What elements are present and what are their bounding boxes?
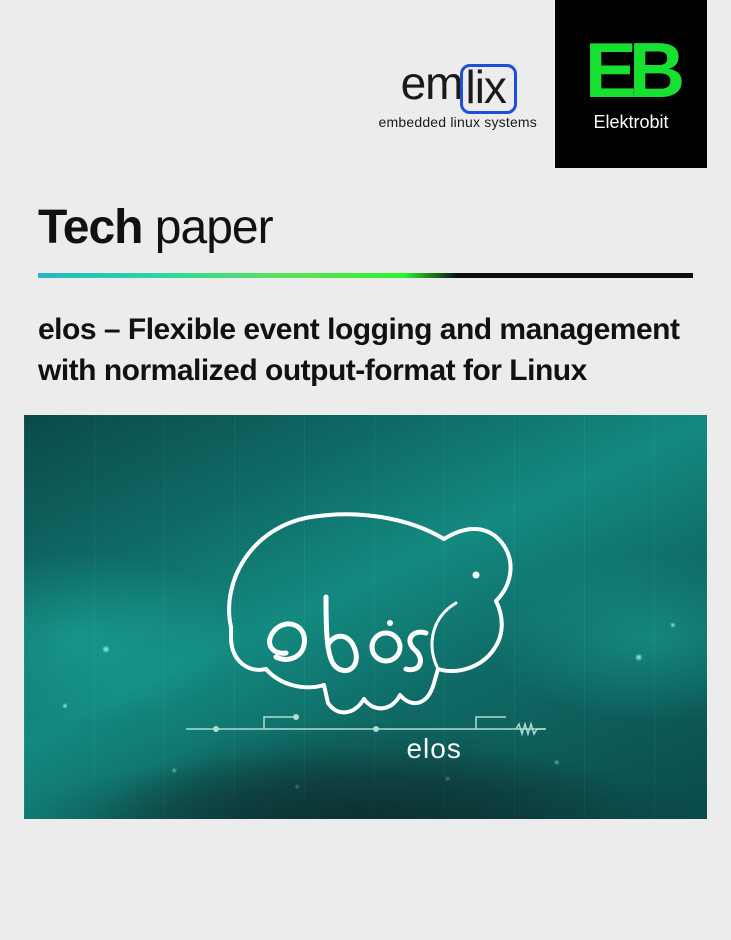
elektrobit-name: Elektrobit: [593, 112, 668, 133]
emlix-wordmark: emlix: [401, 56, 515, 110]
title-light-part: paper: [142, 201, 272, 254]
hero-image: elos: [24, 415, 707, 819]
emlix-prefix: em: [401, 56, 463, 110]
document-subtitle: elos – Flexible event logging and manage…: [38, 310, 693, 391]
document-title: Tech paper: [38, 200, 731, 255]
elektrobit-logo: EB Elektrobit: [555, 0, 707, 168]
emlix-logo: emlix embedded linux systems: [379, 56, 537, 130]
header-logos-row: emlix embedded linux systems EB Elektrob…: [0, 0, 731, 168]
emlix-bracket-icon: lix: [460, 64, 516, 114]
title-bold-part: Tech: [38, 201, 142, 254]
gradient-divider: [38, 273, 693, 278]
elos-elephant-icon: [176, 477, 556, 757]
elektrobit-mark-icon: EB: [585, 35, 677, 105]
emlix-tagline: embedded linux systems: [379, 114, 537, 130]
